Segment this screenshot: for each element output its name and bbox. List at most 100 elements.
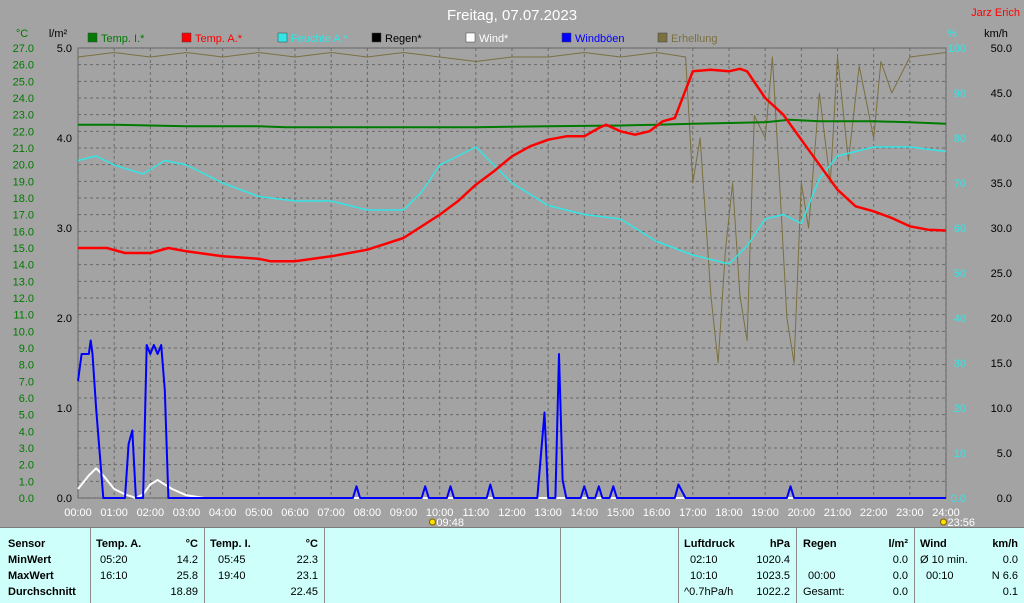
temp-tick-label: 5.0 <box>19 410 34 422</box>
temp-tick-label: 9.0 <box>19 343 34 355</box>
humidity-tick-label: 0.0 <box>951 493 966 505</box>
legend-swatch <box>371 32 382 43</box>
temp-tick-label: 1.0 <box>19 476 34 488</box>
x-tick-label: 20:00 <box>788 507 816 519</box>
temp-tick-label: 13.0 <box>13 276 34 288</box>
legend-swatch <box>561 32 572 43</box>
legend-swatch <box>465 32 476 43</box>
x-tick-label: 13:00 <box>534 507 562 519</box>
temp-tick-label: 6.0 <box>19 393 34 405</box>
temp-tick-label: 15.0 <box>13 243 34 255</box>
legend-swatch <box>277 32 288 43</box>
temp-tick-label: 14.0 <box>13 260 34 272</box>
temp-a-max: 25.8 <box>176 570 198 582</box>
temp-tick-label: 24.0 <box>13 93 34 105</box>
rain-time: 00:00 <box>808 570 836 582</box>
rain-tick-label: 4.0 <box>57 133 72 145</box>
humidity-axis-unit: % <box>947 28 957 40</box>
humidity-tick-label: 10 <box>954 448 966 460</box>
humidity-tick-label: 100 <box>948 43 966 55</box>
rain-row2: 0.0 <box>892 570 908 582</box>
rain-total: 0.0 <box>892 586 908 598</box>
rain-tick-label: 2.0 <box>57 313 72 325</box>
temp-i-min: 22.3 <box>296 554 318 566</box>
rain-unit: l/m² <box>888 538 908 550</box>
wind-avg-label: Ø 10 min. <box>920 554 968 566</box>
wind-unit: km/h <box>992 538 1018 550</box>
wind-avg-day: 0.1 <box>1002 586 1018 598</box>
legend-label: Erhellung <box>671 33 717 45</box>
legend-label: Regen* <box>385 33 422 45</box>
x-tick-label: 23:00 <box>896 507 924 519</box>
legend-label: Temp. I.* <box>101 33 145 45</box>
x-tick-label: 02:00 <box>137 507 165 519</box>
x-tick-label: 00:00 <box>64 507 92 519</box>
temp-tick-label: 4.0 <box>19 426 34 438</box>
temp-tick-label: 27.0 <box>13 43 34 55</box>
x-tick-label: 04:00 <box>209 507 237 519</box>
wind-max-time: 00:10 <box>926 570 954 582</box>
temp-i-unit: °C <box>305 538 318 550</box>
temp-tick-label: 18.0 <box>13 193 34 205</box>
pressure-min-time: 02:10 <box>690 554 718 566</box>
humidity-tick-label: 80 <box>954 133 966 145</box>
rain-tick-label: 5.0 <box>57 43 72 55</box>
rain-axis-unit: l/m² <box>49 28 68 40</box>
temp-tick-label: 20.0 <box>13 160 34 172</box>
temp-i-max: 23.1 <box>296 570 318 582</box>
x-tick-label: 21:00 <box>824 507 852 519</box>
pressure-trend: ^0.7hPa/h <box>684 586 734 598</box>
pressure-max-time: 10:10 <box>690 570 718 582</box>
x-tick-label: 07:00 <box>317 507 345 519</box>
wind-max: N 6.6 <box>991 570 1018 582</box>
x-tick-label: 16:00 <box>643 507 671 519</box>
humidity-tick-label: 50 <box>954 268 966 280</box>
annotation-marker <box>428 518 436 526</box>
temp-tick-label: 0.0 <box>19 493 34 505</box>
x-tick-label: 12:00 <box>498 507 526 519</box>
wind-tick-label: 45.0 <box>991 88 1012 100</box>
temp-i-min-time: 05:45 <box>218 554 246 566</box>
temp-tick-label: 21.0 <box>13 143 34 155</box>
x-tick-label: 18:00 <box>715 507 743 519</box>
wind-tick-label: 15.0 <box>991 358 1012 370</box>
temp-a-min-time: 05:20 <box>100 554 128 566</box>
temp-tick-label: 17.0 <box>13 210 34 222</box>
rain-tick-label: 1.0 <box>57 403 72 415</box>
x-tick-label: 03:00 <box>173 507 201 519</box>
x-tick-label: 17:00 <box>679 507 707 519</box>
temp-a-unit: °C <box>185 538 198 550</box>
wind-header: Wind <box>920 538 947 550</box>
humidity-tick-label: 20 <box>954 403 966 415</box>
temp-tick-label: 8.0 <box>19 360 34 372</box>
x-tick-label: 01:00 <box>100 507 128 519</box>
annotation-label: 09:48 <box>436 517 464 527</box>
wind-tick-label: 50.0 <box>991 43 1012 55</box>
wind-tick-label: 10.0 <box>991 403 1012 415</box>
x-tick-label: 15:00 <box>607 507 635 519</box>
temp-a-min: 14.2 <box>176 554 198 566</box>
wind-tick-label: 35.0 <box>991 178 1012 190</box>
x-tick-label: 05:00 <box>245 507 273 519</box>
temp-i-avg: 22.45 <box>290 586 318 598</box>
legend-label: Temp. A.* <box>195 33 243 45</box>
legend-label: Wind* <box>479 33 509 45</box>
rain-tick-label: 3.0 <box>57 223 72 235</box>
sensor-header: Sensor <box>8 538 46 550</box>
x-tick-label: 09:00 <box>390 507 418 519</box>
annotation-label: 23:56 <box>947 517 975 527</box>
legend-swatch <box>657 32 668 43</box>
temp-tick-label: 26.0 <box>13 60 34 72</box>
row-label-avg: Durchschnitt <box>8 586 76 598</box>
humidity-tick-label: 90 <box>954 88 966 100</box>
legend-swatch <box>87 32 98 43</box>
rain-tick-label: 0.0 <box>57 493 72 505</box>
x-tick-label: 14:00 <box>571 507 599 519</box>
temp-tick-label: 2.0 <box>19 460 34 472</box>
temp-tick-label: 16.0 <box>13 226 34 238</box>
annotation-marker <box>939 518 947 526</box>
pressure-header: Luftdruck <box>684 538 735 550</box>
chart-title: Freitag, 07.07.2023 <box>447 7 577 24</box>
x-tick-label: 08:00 <box>354 507 382 519</box>
legend-label: Feuchte A.* <box>291 33 349 45</box>
